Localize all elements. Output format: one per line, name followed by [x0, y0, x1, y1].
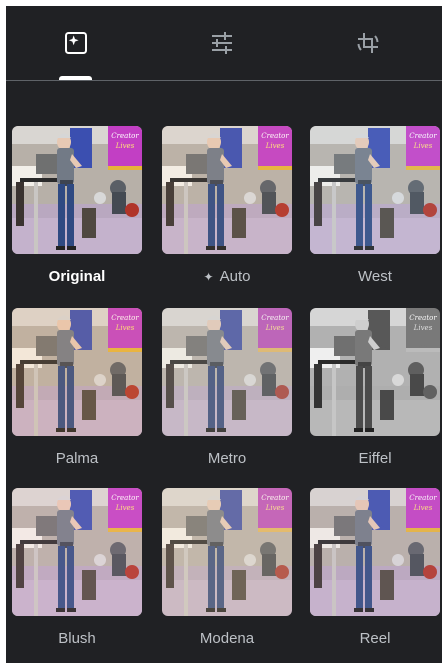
filter-label-text: Modena [199, 630, 255, 647]
filter-option-metro[interactable]: Creator Lives Metro [162, 308, 292, 484]
filter-label: Palma [12, 450, 142, 468]
filter-preview-thumbnail[interactable]: Creator Lives [310, 488, 440, 616]
filter-preview-thumbnail[interactable]: Creator Lives [12, 488, 142, 616]
filter-label: Reel [310, 630, 440, 648]
filter-label-text: Palma [55, 450, 99, 467]
filter-label: Blush [12, 630, 142, 648]
filter-label-text: West [358, 268, 392, 285]
crop-rotate-icon [357, 33, 379, 53]
tab-crop-rotate[interactable] [298, 6, 438, 80]
auto-enhance-icon [65, 32, 87, 54]
filter-preview-thumbnail[interactable]: Creator Lives [310, 126, 440, 254]
filter-label: Metro [162, 450, 292, 468]
filter-option-west[interactable]: Creator Lives West [310, 126, 440, 302]
auto-sparkle-icon: ✦ [203, 270, 214, 284]
filter-label: ✦ Auto [162, 268, 292, 286]
filter-label-text: Blush [58, 630, 96, 647]
filter-option-reel[interactable]: Creator Lives Reel [310, 488, 440, 663]
filter-option-eiffel[interactable]: Creator Lives Eiffel [310, 308, 440, 484]
filter-option-auto[interactable]: Creator Lives ✦ Auto [162, 126, 292, 302]
filter-label: Eiffel [310, 450, 440, 468]
adjust-sliders-icon [212, 32, 232, 54]
filter-preview-thumbnail[interactable]: Creator Lives [12, 308, 142, 436]
filter-label: Modena [162, 630, 292, 648]
filter-option-palma[interactable]: Creator Lives Palma [12, 308, 142, 484]
tab-bar-divider [6, 80, 442, 81]
filter-label-text: Metro [207, 450, 247, 467]
filter-preview-thumbnail[interactable]: Creator Lives [162, 308, 292, 436]
filter-label-text: Eiffel [358, 450, 392, 467]
filter-label: Original [12, 268, 142, 286]
filter-preview-thumbnail[interactable]: Creator Lives [310, 308, 440, 436]
filter-option-original[interactable]: Creator Lives Original [12, 126, 142, 302]
filter-preview-thumbnail[interactable]: Creator Lives [162, 488, 292, 616]
tab-auto-enhance[interactable] [6, 6, 146, 80]
filter-option-blush[interactable]: Creator Lives Blush [12, 488, 142, 663]
filter-label: West [310, 268, 440, 286]
editor-tab-bar [6, 6, 442, 80]
photo-filters-panel: Creator Lives Original Creator Lives ✦ A… [6, 6, 442, 663]
tab-adjust[interactable] [152, 6, 292, 80]
filter-option-modena[interactable]: Creator Lives Modena [162, 488, 292, 663]
filter-label-text: Auto [219, 268, 251, 285]
filter-preview-thumbnail[interactable]: Creator Lives [12, 126, 142, 254]
filter-preview-thumbnail[interactable]: Creator Lives [162, 126, 292, 254]
filter-label-text: Original [48, 268, 106, 285]
filter-label-text: Reel [359, 630, 391, 647]
